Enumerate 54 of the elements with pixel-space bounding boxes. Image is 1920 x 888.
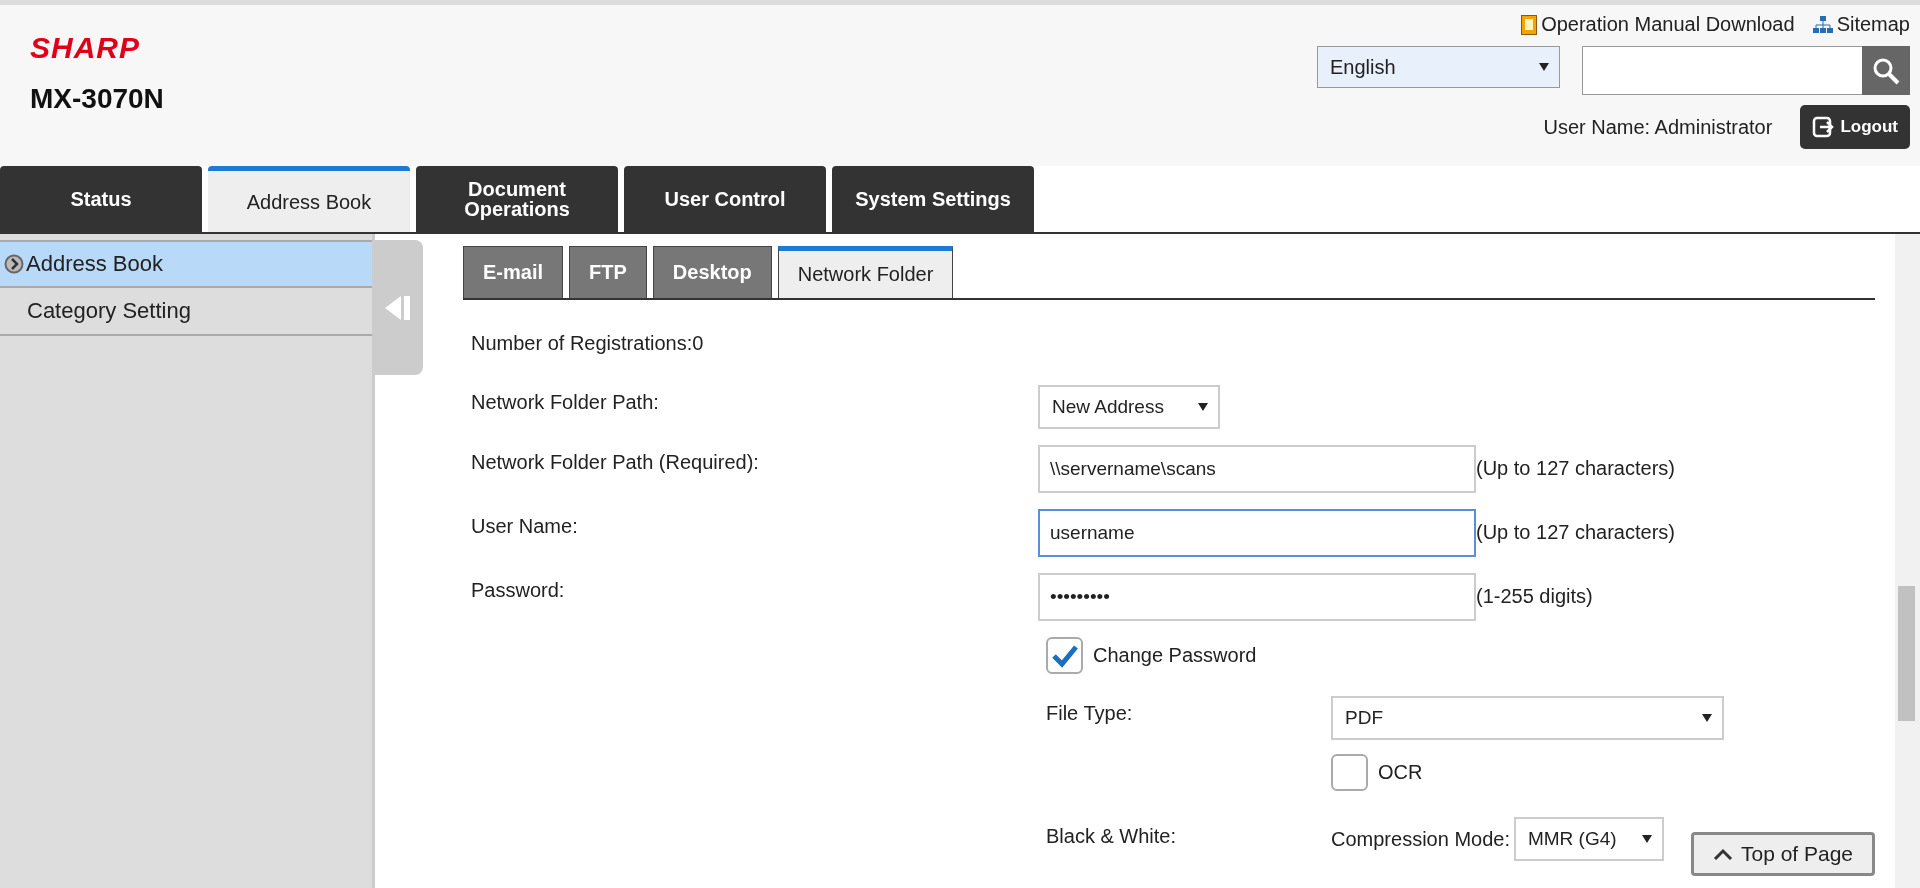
checkbox-label: Change Password bbox=[1093, 644, 1257, 667]
caret-icon bbox=[1198, 403, 1208, 411]
sub-tab[interactable]: Desktop bbox=[652, 246, 772, 298]
caret-icon bbox=[1539, 63, 1549, 71]
search-field[interactable] bbox=[1582, 46, 1862, 95]
caret-icon bbox=[1702, 714, 1712, 722]
top-of-page-button[interactable]: Top of Page bbox=[1691, 832, 1875, 876]
sub-tab[interactable]: E-mail bbox=[463, 246, 564, 298]
caret-icon bbox=[1641, 835, 1652, 843]
input-field[interactable]: username bbox=[1038, 509, 1476, 557]
logout-button[interactable]: Logout bbox=[1800, 105, 1910, 149]
field-hint: (Up to 127 characters) bbox=[1476, 520, 1675, 544]
chevron-up-icon bbox=[1712, 848, 1733, 860]
field-hint: (Up to 127 characters) bbox=[1476, 456, 1675, 480]
registrations-count: Number of Registrations:0 bbox=[471, 332, 705, 355]
checkbox[interactable] bbox=[1331, 754, 1368, 791]
language-select[interactable]: English bbox=[1317, 46, 1560, 88]
sub-tab[interactable]: Network Folder bbox=[777, 246, 954, 298]
path-select[interactable]: New Address bbox=[1038, 385, 1220, 429]
field-label: User Name: bbox=[471, 514, 579, 538]
sitemap-link[interactable]: Sitemap bbox=[1812, 13, 1910, 36]
user-name-label: User Name: Administrator bbox=[1543, 115, 1773, 139]
search-button[interactable] bbox=[1862, 46, 1910, 95]
scrollbar[interactable] bbox=[1895, 234, 1920, 888]
sidebar-item[interactable]: Address Book bbox=[0, 240, 372, 288]
search-icon bbox=[1872, 56, 1900, 85]
collapse-handle[interactable] bbox=[375, 240, 423, 375]
compression-select[interactable]: MMR (G4) bbox=[1513, 817, 1664, 861]
field-hint: (1-255 digits) bbox=[1476, 584, 1593, 608]
book-icon bbox=[1521, 14, 1538, 35]
field-label: Black & White: bbox=[1046, 824, 1178, 849]
field-label: Network Folder Path: bbox=[471, 390, 660, 414]
manual-link[interactable]: Operation Manual Download bbox=[1521, 13, 1795, 36]
main-tab[interactable]: User Control bbox=[624, 166, 826, 232]
field-label: Network Folder Path (Required): bbox=[471, 450, 760, 474]
sitemap-icon bbox=[1812, 15, 1833, 34]
field-label: Compression Mode: bbox=[1331, 827, 1510, 851]
field-label: Password: bbox=[471, 578, 566, 602]
chevron-circle-icon bbox=[4, 254, 24, 274]
input-field[interactable]: ••••••••• bbox=[1038, 573, 1476, 621]
field-label: File Type: bbox=[1046, 701, 1134, 726]
checkbox[interactable] bbox=[1046, 637, 1083, 674]
main-tab[interactable]: Document Operations bbox=[416, 166, 618, 232]
brand-logo: SHARP bbox=[30, 31, 141, 65]
main-tab[interactable]: Status bbox=[0, 166, 202, 232]
main-tab[interactable]: Address Book bbox=[208, 166, 410, 232]
main-tab[interactable]: System Settings bbox=[832, 166, 1034, 232]
exit-icon bbox=[1812, 116, 1835, 138]
file-type-select[interactable]: PDF bbox=[1331, 696, 1724, 740]
input-field[interactable]: \\servername\scans bbox=[1038, 445, 1476, 493]
sidebar-item[interactable]: Category Setting bbox=[0, 288, 372, 336]
model-name: MX-3070N bbox=[30, 83, 164, 115]
sub-tab[interactable]: FTP bbox=[569, 246, 647, 298]
checkbox-label: OCR bbox=[1378, 761, 1423, 784]
